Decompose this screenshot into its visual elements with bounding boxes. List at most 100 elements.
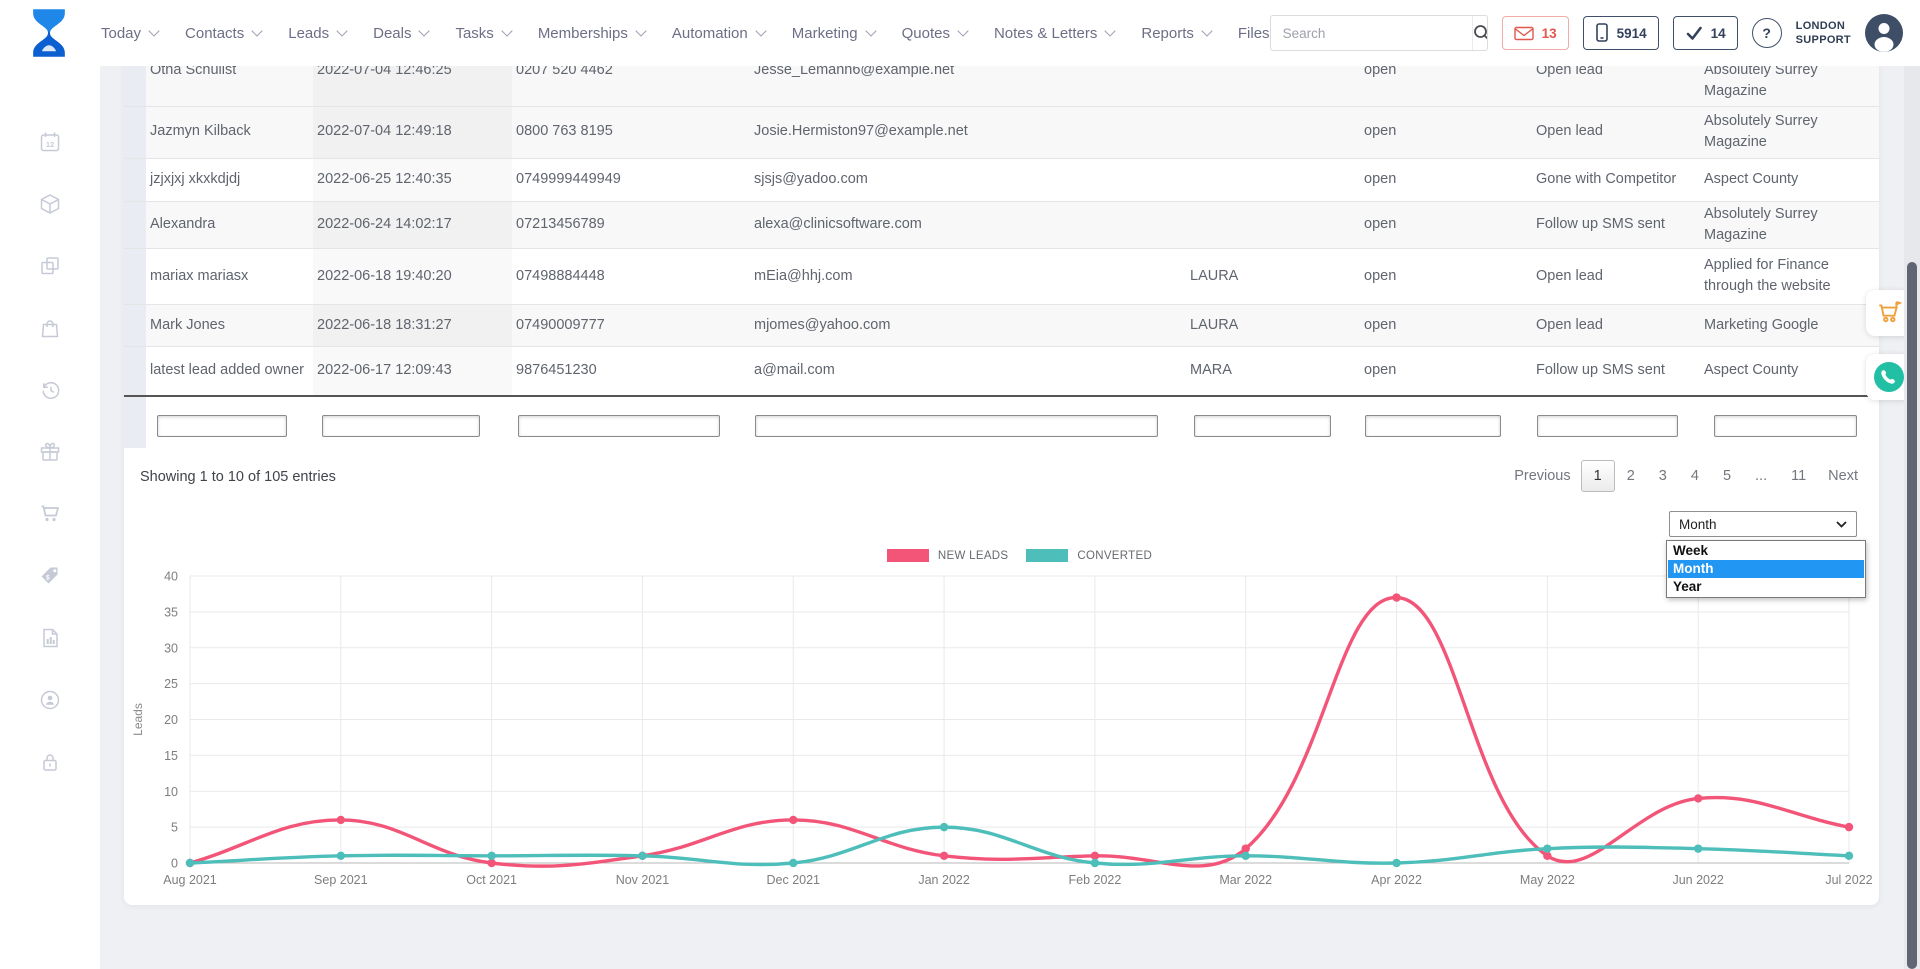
page-number[interactable]: 3 xyxy=(1647,461,1679,491)
chevron-down-icon xyxy=(957,25,968,36)
svg-text:Aug 2021: Aug 2021 xyxy=(163,873,217,887)
scrollbar-thumb[interactable] xyxy=(1907,262,1917,969)
svg-text:Apr 2022: Apr 2022 xyxy=(1371,873,1422,887)
cell-email: sjsjs@yadoo.com xyxy=(750,158,1186,201)
page-next[interactable]: Next xyxy=(1818,461,1868,491)
cell-status: open xyxy=(1360,201,1532,248)
nav-item-contacts[interactable]: Contacts xyxy=(185,25,261,42)
cell-status: open xyxy=(1360,304,1532,346)
page-number[interactable]: 2 xyxy=(1615,461,1647,491)
period-option[interactable]: Week xyxy=(1668,542,1864,560)
legend-label: CONVERTED xyxy=(1077,550,1152,562)
period-option[interactable]: Month xyxy=(1668,560,1864,578)
period-option[interactable]: Year xyxy=(1668,578,1864,596)
nav-item-reports[interactable]: Reports xyxy=(1141,25,1211,42)
table-row[interactable]: jzjxjxj xkxkdjdj2022-06-25 12:40:3507499… xyxy=(124,158,1879,201)
app-logo-icon[interactable] xyxy=(30,7,68,59)
pagination: Previous 12345...11 Next xyxy=(1504,461,1868,491)
filter-input[interactable] xyxy=(157,415,287,437)
mail-icon xyxy=(1514,26,1534,41)
cell-lead-status: Open lead xyxy=(1532,304,1700,346)
avatar[interactable] xyxy=(1865,14,1903,52)
cell-email: mEia@hhj.com xyxy=(750,248,1186,304)
filter-input[interactable] xyxy=(322,415,480,437)
nav-item-today[interactable]: Today xyxy=(101,25,158,42)
chevron-down-icon xyxy=(635,25,646,36)
legend-item[interactable]: CONVERTED xyxy=(1026,549,1152,562)
nav-menu: Today Contacts Leads Deals Tasks Memberships A… xyxy=(101,25,1270,42)
nav-item-leads[interactable]: Leads xyxy=(288,25,346,42)
search-input[interactable] xyxy=(1271,26,1472,41)
copy-icon[interactable] xyxy=(38,254,62,278)
svg-text:May 2022: May 2022 xyxy=(1520,873,1575,887)
tasks-badge[interactable]: 14 xyxy=(1673,16,1738,50)
cart-icon[interactable] xyxy=(38,502,62,526)
cell-datetime: 2022-07-04 12:49:18 xyxy=(313,106,512,158)
table-row[interactable]: mariax mariasx2022-06-18 19:40:200749888… xyxy=(124,248,1879,304)
chart-legend: NEW LEADS CONVERTED xyxy=(190,549,1849,562)
help-icon[interactable]: ? xyxy=(1752,18,1782,48)
report-icon[interactable] xyxy=(38,626,62,650)
table-row[interactable]: Alexandra2022-06-24 14:02:1707213456789a… xyxy=(124,201,1879,248)
page-number[interactable]: 11 xyxy=(1779,461,1818,491)
mobile-icon xyxy=(1595,23,1609,43)
cell-owner: MARA xyxy=(1186,346,1360,396)
nav-item-label: Automation xyxy=(672,25,748,42)
nav-item-quotes[interactable]: Quotes xyxy=(902,25,967,42)
nav-item-automation[interactable]: Automation xyxy=(672,25,765,42)
calendar-icon[interactable]: 12 xyxy=(38,130,62,154)
nav-item-memberships[interactable]: Memberships xyxy=(538,25,645,42)
account-icon[interactable] xyxy=(38,688,62,712)
page-number[interactable]: 5 xyxy=(1711,461,1743,491)
filter-input[interactable] xyxy=(518,415,720,437)
period-options: WeekMonthYear xyxy=(1666,540,1866,598)
filter-input[interactable] xyxy=(1714,415,1857,437)
scrollbar[interactable] xyxy=(1904,66,1920,969)
phone-teal-icon xyxy=(1872,360,1906,394)
nav-item-notes-letters[interactable]: Notes & Letters xyxy=(994,25,1114,42)
legend-swatch xyxy=(887,549,929,562)
cell-owner: LAURA xyxy=(1186,248,1360,304)
gift-icon[interactable] xyxy=(38,440,62,464)
table-row[interactable]: Mark Jones2022-06-18 18:31:2707490009777… xyxy=(124,304,1879,346)
lock-icon[interactable] xyxy=(38,750,62,774)
account-line2: SUPPORT xyxy=(1796,33,1851,47)
top-nav: Today Contacts Leads Deals Tasks Memberships A… xyxy=(0,0,1920,66)
nav-item-label: Marketing xyxy=(792,25,858,42)
check-icon xyxy=(1685,24,1703,42)
price-tag-icon[interactable]: $ xyxy=(38,564,62,588)
page: 12 $ xyxy=(0,0,1920,969)
legend-item[interactable]: NEW LEADS xyxy=(887,549,1008,562)
filter-input[interactable] xyxy=(1365,415,1501,437)
page-number[interactable]: 4 xyxy=(1679,461,1711,491)
cell-name: Jazmyn Kilback xyxy=(146,106,313,158)
svg-text:Sep 2021: Sep 2021 xyxy=(314,873,368,887)
shopping-bag-icon[interactable] xyxy=(38,316,62,340)
nav-item-marketing[interactable]: Marketing xyxy=(792,25,875,42)
nav-item-deals[interactable]: Deals xyxy=(373,25,428,42)
package-icon[interactable] xyxy=(38,192,62,216)
filter-input[interactable] xyxy=(1537,415,1678,437)
filter-input[interactable] xyxy=(755,415,1158,437)
account-label: LONDON SUPPORT xyxy=(1796,19,1851,47)
page-previous[interactable]: Previous xyxy=(1504,461,1580,491)
email-badge[interactable]: 13 xyxy=(1502,16,1569,50)
cell-source: Aspect County xyxy=(1700,346,1879,396)
cart-orange-icon xyxy=(1876,300,1902,326)
table-row[interactable]: latest lead added owner2022-06-17 12:09:… xyxy=(124,346,1879,396)
nav-item-label: Notes & Letters xyxy=(994,25,1097,42)
cell-lead-status: Open lead xyxy=(1532,248,1700,304)
nav-item-files[interactable]: Files xyxy=(1238,25,1270,42)
history-icon[interactable] xyxy=(38,378,62,402)
nav-item-tasks[interactable]: Tasks xyxy=(455,25,510,42)
table-left-gutter xyxy=(124,394,146,448)
filter-input[interactable] xyxy=(1194,415,1331,437)
cell-datetime: 2022-06-18 19:40:20 xyxy=(313,248,512,304)
page-number[interactable]: 1 xyxy=(1581,460,1615,492)
leads-chart: 0510152025303540Aug 2021Sep 2021Oct 2021… xyxy=(120,550,1884,895)
calls-badge[interactable]: 5914 xyxy=(1583,16,1659,50)
period-select[interactable]: Month xyxy=(1669,511,1857,537)
cell-phone: 9876451230 xyxy=(512,346,750,396)
search-icon[interactable] xyxy=(1472,16,1488,50)
table-row[interactable]: Jazmyn Kilback2022-07-04 12:49:180800 76… xyxy=(124,106,1879,158)
